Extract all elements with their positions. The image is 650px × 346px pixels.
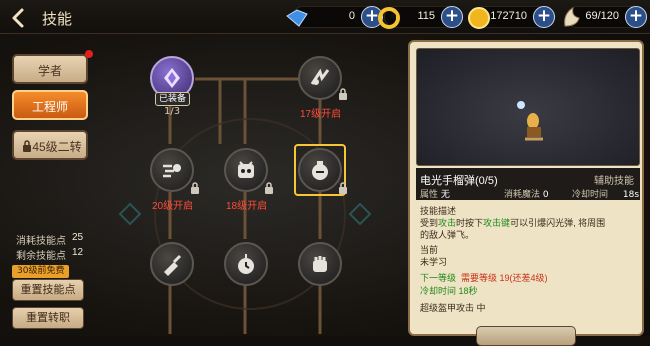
gem-value: 0 [348, 10, 355, 22]
spark-icon [310, 68, 330, 85]
reset-class-button[interactable]: 重置转职 [12, 307, 84, 329]
desc-part: 受到 [420, 218, 439, 228]
skill-mana: 消耗魔法 0 [504, 187, 549, 200]
learn-button[interactable] [476, 326, 576, 346]
skill-node-row3-b[interactable] [224, 242, 268, 286]
free-badge: 30级前免费 [12, 265, 70, 278]
consumed-label: 消耗技能点 [16, 236, 66, 247]
attr-value: 无 [440, 190, 450, 200]
lock-icon [339, 182, 347, 194]
current-label: 当前 [420, 245, 439, 255]
unlock-level-20: 20级开启 [152, 201, 194, 212]
mana-label: 消耗魔法 [504, 190, 541, 200]
skill-node-17[interactable] [298, 56, 342, 100]
blue-gem-icon [286, 9, 308, 27]
skill-node-row3-a[interactable] [150, 242, 194, 286]
consumed-points: 消耗技能点 25 [16, 232, 83, 247]
lock-icon [23, 140, 31, 152]
equipped-badge: 已装备 [155, 92, 191, 106]
reset-skill-points-button[interactable]: 重置技能点 [12, 279, 84, 301]
skill-header: 电光手榴弹(0/5) 辅助技能 属性 无 消耗魔法 0 冷却时间 18s [416, 168, 640, 200]
unlock-level-17: 17级开启 [300, 109, 342, 120]
skill-node-20[interactable] [150, 148, 194, 192]
top-bar: 技能 0 + 115 + 172710 + 69/120 + [0, 0, 650, 34]
unlock-level-18: 18级开启 [226, 201, 268, 212]
desc-part: 时按下 [456, 218, 484, 228]
skill-preview [416, 48, 640, 166]
desc-title: 技能描述 [420, 206, 457, 216]
dash-icon [163, 164, 181, 178]
equipped-level: 1/3 [164, 106, 181, 117]
next-requirement: 需要等级 19(还差4级) [461, 273, 548, 283]
skill-detail-panel: 电光手榴弹(0/5) 辅助技能 属性 无 消耗魔法 0 冷却时间 18s 技能描… [408, 40, 644, 336]
desc-highlight: 攻击 [438, 218, 457, 228]
skill-cooldown: 冷却时间 18s [572, 187, 639, 200]
gold-coin-icon [468, 7, 490, 29]
add-coin-button[interactable]: + [533, 6, 555, 28]
coin-value: 172710 [490, 10, 527, 22]
desc-part: 可以引爆闪光弹, 将周围 [510, 218, 606, 228]
skill-tree: 已装备 1/3 17级开启 20级开启 18级开启 [100, 34, 400, 336]
desc-part: 的敌人弹飞。 [420, 230, 475, 240]
current-value: 未学习 [420, 257, 448, 267]
lock-icon [265, 182, 273, 194]
consumed-value: 25 [72, 232, 84, 243]
skill-description: 受到攻击时按下攻击键可以引爆闪光弹, 将周围的敌人弹飞。 [420, 217, 636, 241]
page-title: 技能 [42, 11, 73, 28]
fist-icon [313, 256, 327, 272]
skill-node-18[interactable] [224, 148, 268, 192]
remaining-value: 12 [72, 247, 84, 258]
stamina-counter: 69/120 + [564, 6, 647, 28]
character-sprite-icon [517, 101, 543, 141]
mana-value: 0 [542, 190, 549, 200]
stamina-value: 69/120 [585, 10, 619, 22]
cd-value: 18s [622, 190, 640, 200]
skill-name: 电光手榴弹(0/5) [420, 175, 498, 187]
desc-highlight: 攻击键 [483, 218, 511, 228]
skill-node-row3-c[interactable] [298, 242, 342, 286]
armor-attack: 超级盔甲攻击 中 [420, 303, 486, 313]
next-cooldown: 冷却时间 18秒 [420, 286, 478, 296]
next-label: 下一等级 [420, 273, 457, 283]
tab-scholar[interactable]: 学者 [12, 54, 88, 84]
clock-robot-icon [238, 161, 254, 178]
add-stamina-button[interactable]: + [625, 6, 647, 28]
cd-label: 冷却时间 [572, 190, 609, 200]
tab-second-class-label: 45级二转 [32, 140, 82, 154]
swirl-counter: 115 + [378, 6, 463, 29]
crystal-icon [164, 68, 180, 88]
attr-label: 属性 [420, 190, 439, 200]
stamina-icon [564, 6, 580, 27]
bomb-icon [238, 254, 254, 274]
skill-type: 辅助技能 [594, 176, 634, 187]
back-arrow-icon[interactable] [8, 7, 30, 29]
notification-dot [85, 50, 93, 58]
coin-counter: 172710 + [468, 6, 555, 29]
lock-icon [191, 182, 199, 194]
remaining-points: 剩余技能点 12 [16, 247, 83, 262]
skill-node-grenade[interactable] [298, 148, 342, 192]
swirl-value: 115 [417, 10, 435, 22]
grenade-icon [312, 161, 328, 180]
gem-counter: 0 + [286, 6, 383, 28]
tab-engineer[interactable]: 工程师 [12, 90, 88, 120]
add-swirl-button[interactable]: + [441, 6, 463, 28]
skill-attribute: 属性 无 [420, 187, 450, 200]
remaining-label: 剩余技能点 [16, 251, 66, 262]
tab-second-class[interactable]: 45级二转 [12, 130, 88, 160]
lock-icon [339, 88, 347, 100]
gold-swirl-icon [378, 7, 400, 29]
drill-icon [164, 254, 182, 276]
next-level: 下一等级 需要等级 19(还差4级) [420, 272, 548, 284]
